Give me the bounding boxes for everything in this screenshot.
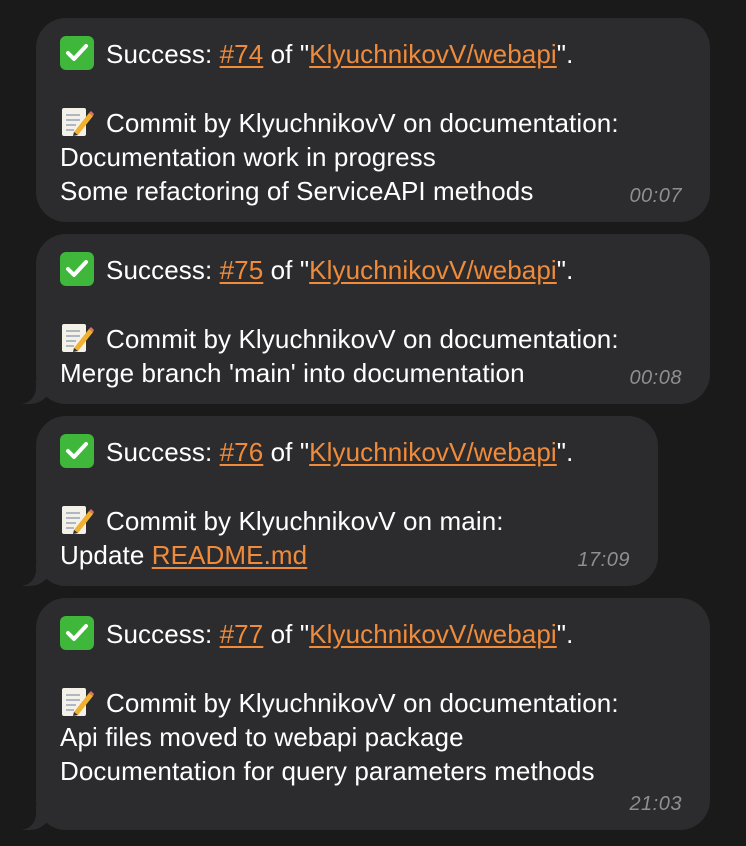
commit-header-text: Commit by KlyuchnikovV on main:: [106, 506, 504, 536]
closing-text: ".: [556, 619, 574, 649]
memo-pencil-icon: [60, 105, 94, 139]
message-bubble[interactable]: Success: #76 of "KlyuchnikovV/webapi". C…: [8, 416, 658, 586]
status-label: Success:: [106, 255, 220, 285]
commit-message-line: Merge branch 'main' into documentation: [60, 358, 525, 388]
run-number-link[interactable]: #75: [220, 255, 264, 285]
check-mark-button-icon: [60, 252, 94, 286]
message-bubble[interactable]: Success: #74 of "KlyuchnikovV/webapi". C…: [36, 18, 710, 222]
check-mark-button-icon: [60, 36, 94, 70]
status-line: Success: #74 of "KlyuchnikovV/webapi".: [60, 36, 686, 71]
commit-message-line: Some refactoring of ServiceAPI methods: [60, 176, 534, 206]
repo-link[interactable]: KlyuchnikovV/webapi: [309, 437, 557, 467]
status-line: Success: #76 of "KlyuchnikovV/webapi".: [60, 434, 634, 469]
of-text: of ": [263, 255, 310, 285]
commit-header: Commit by KlyuchnikovV on documentation:: [60, 105, 686, 140]
closing-text: ".: [556, 437, 574, 467]
commit-header-text: Commit by KlyuchnikovV on documentation:: [106, 688, 619, 718]
timestamp: 21:03: [629, 793, 682, 815]
message-bubble[interactable]: Success: #75 of "KlyuchnikovV/webapi". C…: [8, 234, 710, 404]
status-label: Success:: [106, 39, 220, 69]
status-line: Success: #77 of "KlyuchnikovV/webapi".: [60, 616, 686, 651]
commit-message-line: Api files moved to webapi package: [60, 722, 464, 752]
commit-header: Commit by KlyuchnikovV on documentation:: [60, 685, 686, 720]
timestamp: 00:08: [629, 367, 682, 389]
status-line: Success: #75 of "KlyuchnikovV/webapi".: [60, 252, 686, 287]
commit-header-text: Commit by KlyuchnikovV on documentation:: [106, 324, 619, 354]
memo-pencil-icon: [60, 321, 94, 355]
memo-pencil-icon: [60, 503, 94, 537]
run-number-link[interactable]: #77: [220, 619, 264, 649]
of-text: of ": [263, 39, 310, 69]
commit-header: Commit by KlyuchnikovV on documentation:: [60, 321, 686, 356]
status-label: Success:: [106, 619, 220, 649]
run-number-link[interactable]: #74: [220, 39, 264, 69]
run-number-link[interactable]: #76: [220, 437, 264, 467]
repo-link[interactable]: KlyuchnikovV/webapi: [309, 39, 557, 69]
memo-pencil-icon: [60, 685, 94, 719]
commit-message-line: Documentation for query parameters metho…: [60, 756, 595, 786]
repo-link[interactable]: KlyuchnikovV/webapi: [309, 255, 557, 285]
of-text: of ": [263, 437, 310, 467]
readme-link[interactable]: README.md: [152, 540, 307, 570]
message-bubble[interactable]: Success: #77 of "KlyuchnikovV/webapi". C…: [8, 598, 710, 830]
timestamp: 17:09: [577, 549, 630, 571]
check-mark-button-icon: [60, 616, 94, 650]
timestamp: 00:07: [629, 185, 682, 207]
check-mark-button-icon: [60, 434, 94, 468]
commit-message-prefix: Update: [60, 540, 152, 570]
closing-text: ".: [556, 39, 574, 69]
status-label: Success:: [106, 437, 220, 467]
repo-link[interactable]: KlyuchnikovV/webapi: [309, 619, 557, 649]
closing-text: ".: [556, 255, 574, 285]
commit-header-text: Commit by KlyuchnikovV on documentation:: [106, 108, 619, 138]
commit-message-line: Documentation work in progress: [60, 142, 436, 172]
of-text: of ": [263, 619, 310, 649]
commit-message-line: Update README.md: [60, 538, 634, 572]
commit-header: Commit by KlyuchnikovV on main:: [60, 503, 634, 538]
